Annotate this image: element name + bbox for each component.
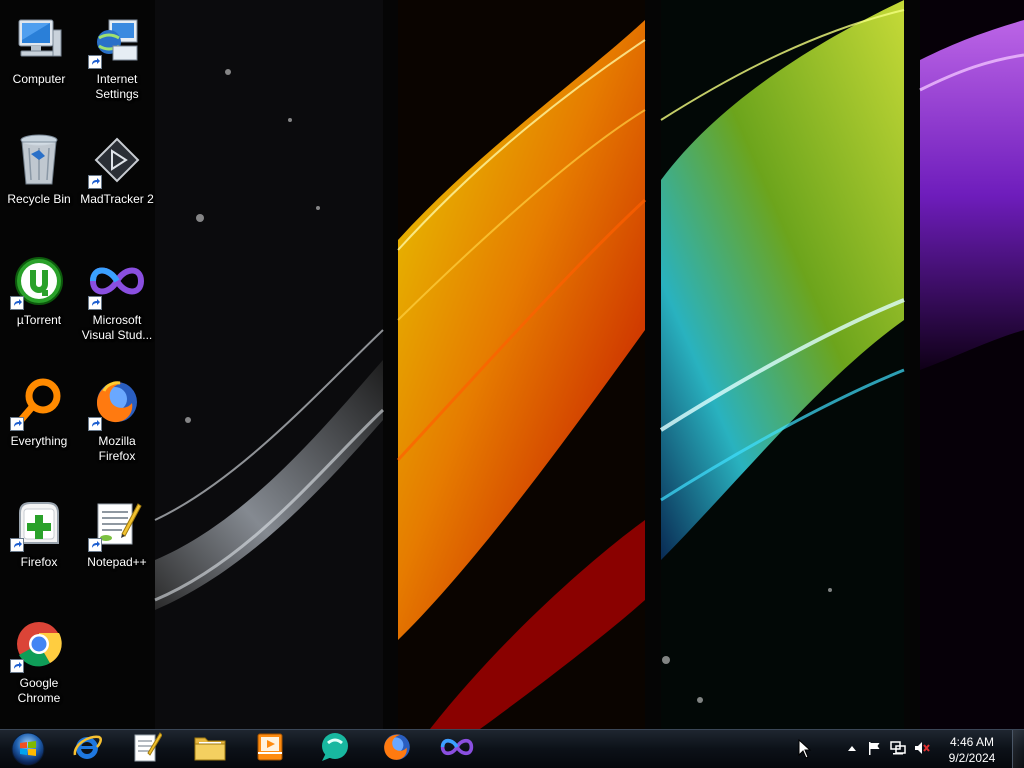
clock[interactable]: 4:46 AM 9/2/2024 <box>932 734 1012 766</box>
desktop-icon-label: Everything <box>10 434 68 448</box>
chat-app-icon <box>318 731 352 767</box>
utorrent-icon <box>9 251 69 311</box>
desktop-icon-notepadpp[interactable]: Notepad++ <box>78 493 156 570</box>
network-icon[interactable] <box>890 740 906 756</box>
shortcut-arrow-icon <box>10 417 24 431</box>
volume-muted-icon[interactable] <box>914 740 930 756</box>
media-player-icon <box>255 731 285 767</box>
desktop-icon-label: Google Chrome <box>17 676 61 705</box>
start-button[interactable] <box>2 732 54 766</box>
desktop-icon-computer[interactable]: Computer <box>0 10 78 87</box>
taskbar: 4:46 AM 9/2/2024 <box>0 729 1024 768</box>
desktop-icon-label: Internet Settings <box>95 72 139 101</box>
visual-studio-icon <box>440 735 474 763</box>
shortcut-arrow-icon <box>10 538 24 552</box>
internet-explorer-icon <box>71 731 103 767</box>
taskbar-pinned-visual-studio[interactable] <box>432 732 482 766</box>
taskbar-pinned-internet-explorer[interactable] <box>62 732 112 766</box>
desktop-icon-recycle-bin[interactable]: Recycle Bin <box>0 130 78 207</box>
recycle-bin-icon <box>9 130 69 190</box>
taskbar-pinned-chat-app[interactable] <box>310 732 360 766</box>
desktop-icon-madtracker[interactable]: MadTracker 2 <box>78 130 156 207</box>
desktop-icon-everything[interactable]: Everything <box>0 372 78 449</box>
desktop-icon-label: Notepad++ <box>87 555 147 569</box>
mouse-cursor-icon <box>798 739 812 759</box>
desktop-icon-label: µTorrent <box>16 313 62 327</box>
madtracker-icon <box>87 130 147 190</box>
firefox-icon <box>87 372 147 432</box>
taskbar-pinned-media-player[interactable] <box>245 732 295 766</box>
action-center-flag-icon[interactable] <box>866 740 882 756</box>
notepad-icon <box>132 731 163 767</box>
firefox-installer-icon <box>9 493 69 553</box>
shortcut-arrow-icon <box>88 417 102 431</box>
desktop-icon-firefox-installer[interactable]: Firefox <box>0 493 78 570</box>
everything-icon <box>9 372 69 432</box>
desktop-icon-label: Computer <box>12 72 66 86</box>
desktop-icon-label: MadTracker 2 <box>80 192 154 206</box>
notepadpp-icon <box>87 493 147 553</box>
shortcut-arrow-icon <box>10 659 24 673</box>
desktop-icon-firefox[interactable]: Mozilla Firefox <box>78 372 156 464</box>
desktop-icon-chrome[interactable]: Google Chrome <box>0 614 78 706</box>
desktop-icon-visual-studio[interactable]: Microsoft Visual Stud... <box>78 251 156 343</box>
taskbar-pinned-notepad[interactable] <box>122 732 172 766</box>
taskbar-pinned-file-explorer[interactable] <box>185 732 235 766</box>
desktop-icon-label: Mozilla Firefox <box>98 434 136 463</box>
visual-studio-icon <box>87 251 147 311</box>
shortcut-arrow-icon <box>10 296 24 310</box>
shortcut-arrow-icon <box>88 538 102 552</box>
shortcut-arrow-icon <box>88 296 102 310</box>
shortcut-arrow-icon <box>88 55 102 69</box>
shortcut-arrow-icon <box>88 175 102 189</box>
desktop-icon-utorrent[interactable]: µTorrent <box>0 251 78 328</box>
clock-date: 9/2/2024 <box>948 751 996 765</box>
firefox-icon <box>381 731 413 767</box>
desktop-icon-label: Microsoft Visual Stud... <box>81 313 153 342</box>
desktop-icon-label: Firefox <box>20 555 58 569</box>
clock-time: 4:46 AM <box>949 735 995 749</box>
windows-start-orb-icon <box>11 732 45 766</box>
wallpaper <box>0 0 1024 729</box>
desktop-icon-internet-settings[interactable]: Internet Settings <box>78 10 156 102</box>
taskbar-pinned-firefox[interactable] <box>372 732 422 766</box>
desktop[interactable]: Computer Internet Settings Recycle Bin MadT… <box>0 0 1024 729</box>
computer-icon <box>9 10 69 70</box>
internet-settings-icon <box>87 10 147 70</box>
chrome-icon <box>9 614 69 674</box>
file-explorer-icon <box>193 732 227 766</box>
show-desktop-button[interactable] <box>1012 730 1024 768</box>
desktop-icon-label: Recycle Bin <box>7 192 71 206</box>
show-hidden-icons-chevron-icon[interactable] <box>844 740 860 756</box>
